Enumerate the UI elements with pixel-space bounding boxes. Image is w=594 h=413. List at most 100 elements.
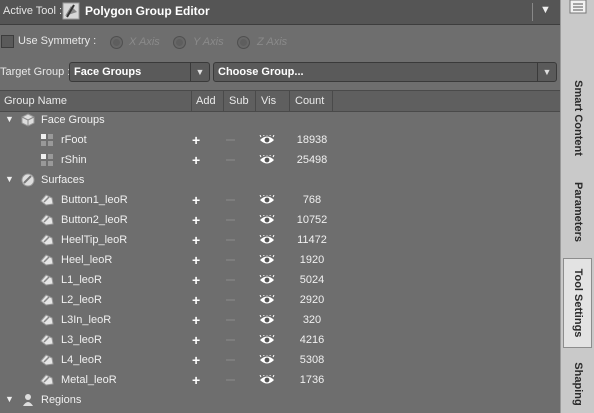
subtract-button[interactable]	[226, 339, 235, 341]
surface-item-icon	[40, 234, 54, 246]
regions-icon	[23, 394, 33, 406]
surface-item-icon	[40, 354, 54, 366]
add-button[interactable]: +	[192, 192, 200, 208]
subtract-button[interactable]	[226, 199, 235, 201]
x-axis-radio[interactable]	[110, 36, 123, 49]
add-button[interactable]: +	[192, 272, 200, 288]
subtract-button[interactable]	[226, 219, 235, 221]
group-row[interactable]: L3In_leoR +320	[0, 310, 560, 330]
add-button[interactable]: +	[192, 132, 200, 148]
subtract-button[interactable]	[226, 359, 235, 361]
visibility-eye-icon[interactable]	[259, 315, 275, 325]
group-row[interactable]: L4_leoR +5308	[0, 350, 560, 370]
visibility-eye-icon[interactable]	[259, 335, 275, 345]
polygon-count: 10752	[296, 214, 328, 226]
subtract-button[interactable]	[226, 379, 235, 381]
tab-parameters[interactable]: Parameters	[563, 172, 592, 252]
group-row[interactable]: Metal_leoR +1736	[0, 370, 560, 390]
chevron-down-icon: ▼	[537, 63, 556, 81]
visibility-eye-icon[interactable]	[259, 215, 275, 225]
column-group-name[interactable]: Group Name	[4, 95, 67, 107]
subtract-button[interactable]	[226, 239, 235, 241]
group-row[interactable]: rShin +25498	[0, 150, 560, 170]
z-axis-radio[interactable]	[237, 36, 250, 49]
expand-caret-icon[interactable]: ▼	[5, 174, 14, 184]
visibility-eye-icon[interactable]	[259, 275, 275, 285]
surface-item-icon	[40, 334, 54, 346]
polygon-count: 11472	[297, 234, 327, 246]
column-count[interactable]: Count	[295, 95, 324, 107]
surface-item-icon	[40, 214, 54, 226]
group-row[interactable]: Button1_leoR +768	[0, 190, 560, 210]
visibility-eye-icon[interactable]	[259, 195, 275, 205]
add-button[interactable]: +	[192, 152, 200, 168]
group-row[interactable]: HeelTip_leoR +11472	[0, 230, 560, 250]
section-label: Surfaces	[41, 174, 85, 186]
polygon-count: 5308	[299, 354, 325, 366]
visibility-eye-icon[interactable]	[259, 255, 275, 265]
symmetry-row: Use Symmetry : X Axis Y Axis Z Axis	[0, 32, 560, 52]
visibility-eye-icon[interactable]	[259, 155, 275, 165]
group-name: rShin	[61, 154, 87, 166]
tab-tool-settings[interactable]: Tool Settings	[563, 258, 592, 348]
column-add[interactable]: Add	[196, 95, 216, 107]
target-group-label: Target Group :	[0, 66, 71, 78]
tab-parameters-label: Parameters	[571, 182, 584, 242]
group-name: rFoot	[61, 134, 87, 146]
add-button[interactable]: +	[192, 332, 200, 348]
expand-caret-icon[interactable]: ▼	[5, 394, 14, 404]
group-row[interactable]: L2_leoR +2920	[0, 290, 560, 310]
pane-menu-icon[interactable]	[569, 0, 587, 14]
subtract-button[interactable]	[226, 159, 235, 161]
polygon-count: 1920	[299, 254, 325, 266]
tab-shaping[interactable]: Shaping	[563, 354, 592, 413]
tree-section-0[interactable]: ▼ Face Groups	[0, 110, 560, 130]
add-button[interactable]: +	[192, 312, 200, 328]
column-divider	[223, 91, 224, 111]
surface-item-icon	[40, 314, 54, 326]
visibility-eye-icon[interactable]	[259, 295, 275, 305]
group-name: L2_leoR	[61, 294, 102, 306]
tab-smart-content[interactable]: Smart Content	[563, 72, 592, 164]
visibility-eye-icon[interactable]	[259, 135, 275, 145]
y-axis-label: Y Axis	[193, 36, 224, 48]
subtract-button[interactable]	[226, 259, 235, 261]
add-button[interactable]: +	[192, 212, 200, 228]
group-row[interactable]: rFoot +18938	[0, 130, 560, 150]
target-group-select[interactable]: Face Groups ▼	[69, 62, 210, 82]
add-button[interactable]: +	[192, 232, 200, 248]
group-row[interactable]: Button2_leoR +10752	[0, 210, 560, 230]
add-button[interactable]: +	[192, 252, 200, 268]
group-name: Heel_leoR	[61, 254, 113, 266]
group-row[interactable]: L1_leoR +5024	[0, 270, 560, 290]
add-button[interactable]: +	[192, 292, 200, 308]
tree-section-1[interactable]: ▼ Surfaces	[0, 170, 560, 190]
group-row[interactable]: Heel_leoR +1920	[0, 250, 560, 270]
add-button[interactable]: +	[192, 352, 200, 368]
pane-options-menu-button[interactable]: ▼	[540, 4, 551, 16]
tree-section-2[interactable]: ▼ Regions	[0, 390, 560, 410]
tab-shaping-label: Shaping	[571, 361, 584, 406]
expand-caret-icon[interactable]: ▼	[5, 114, 14, 124]
subtract-button[interactable]	[226, 319, 235, 321]
active-tool-label: Active Tool :	[3, 5, 63, 17]
active-tool-bar: Active Tool : Polygon Group Editor ▼	[0, 0, 560, 25]
use-symmetry-checkbox[interactable]	[1, 35, 14, 48]
subtract-button[interactable]	[226, 279, 235, 281]
group-row[interactable]: L3_leoR +4216	[0, 330, 560, 350]
visibility-eye-icon[interactable]	[259, 375, 275, 385]
tab-tool-settings-label: Tool Settings	[571, 268, 584, 338]
column-sub[interactable]: Sub	[229, 95, 249, 107]
y-axis-radio[interactable]	[173, 36, 186, 49]
column-vis[interactable]: Vis	[261, 95, 276, 107]
visibility-eye-icon[interactable]	[259, 355, 275, 365]
add-button[interactable]: +	[192, 372, 200, 388]
choose-group-select[interactable]: Choose Group... ▼	[213, 62, 557, 82]
group-name: Button1_leoR	[61, 194, 128, 206]
subtract-button[interactable]	[226, 139, 235, 141]
polygon-count: 2920	[299, 294, 325, 306]
visibility-eye-icon[interactable]	[259, 235, 275, 245]
polygon-group-editor-icon	[62, 2, 80, 20]
subtract-button[interactable]	[226, 299, 235, 301]
active-tool-name: Polygon Group Editor	[85, 4, 210, 18]
